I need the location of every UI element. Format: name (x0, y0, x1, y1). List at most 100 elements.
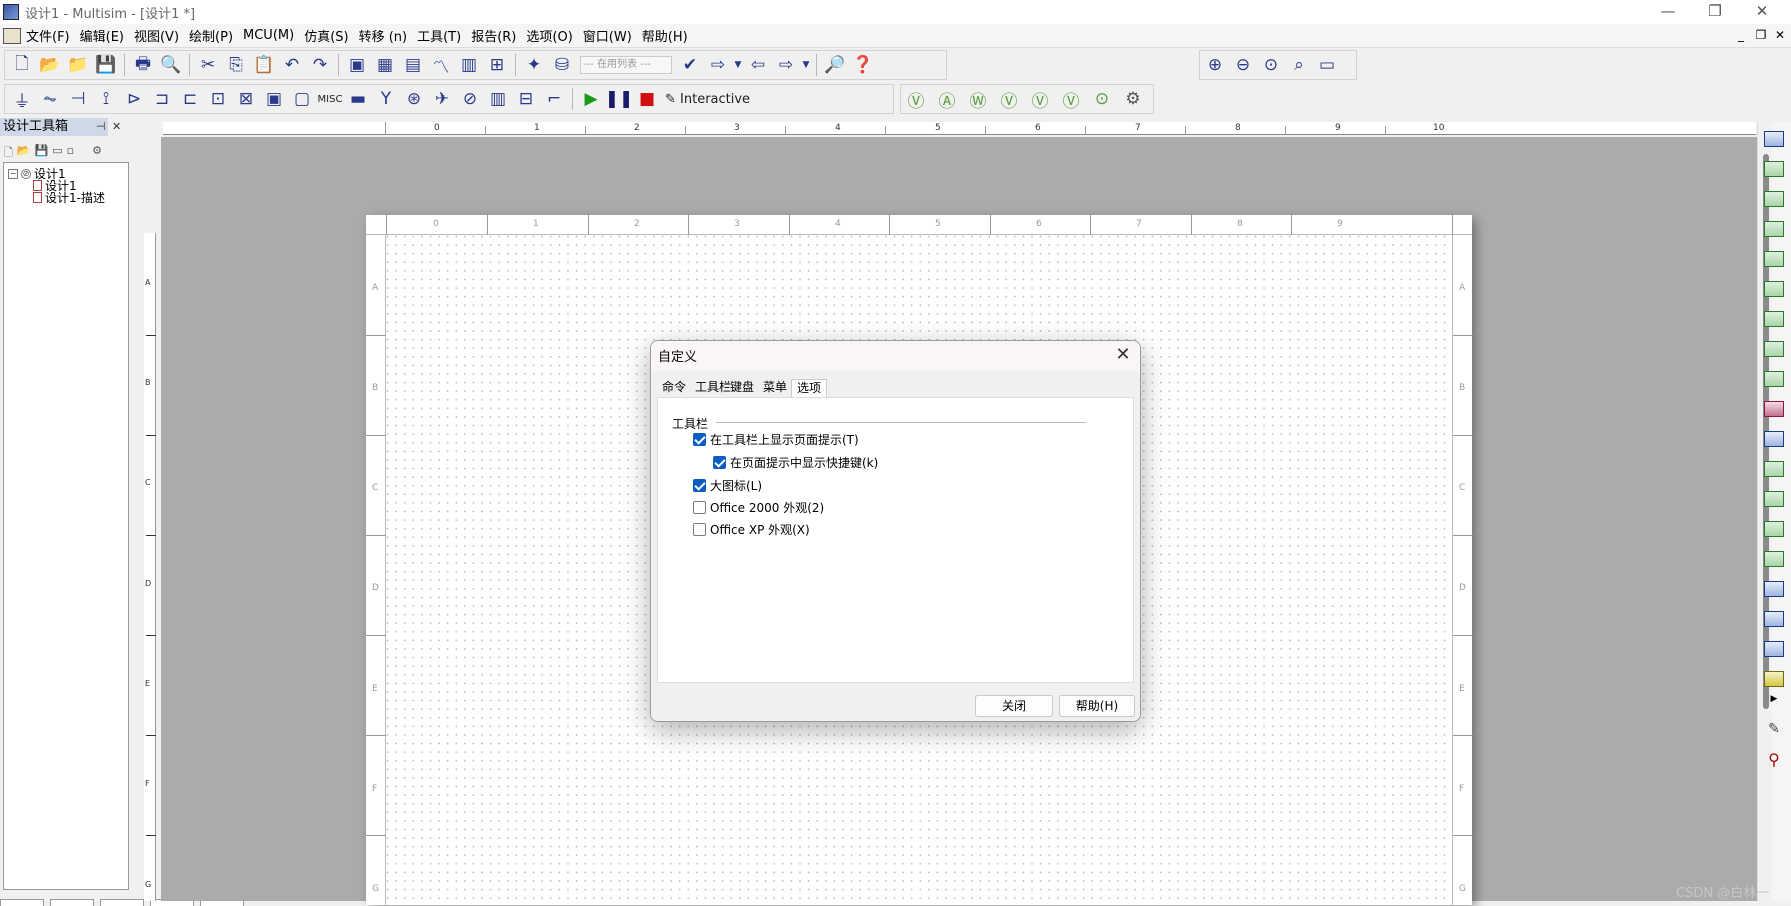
differential-probe-icon[interactable]: Ⓥ (995, 86, 1023, 112)
reference-probe-icon[interactable]: Ⓥ (1057, 86, 1085, 112)
multimeter-icon[interactable] (1762, 128, 1786, 150)
minimize-button[interactable]: — (1645, 0, 1691, 24)
bode-plotter-icon[interactable] (1762, 278, 1786, 300)
pin-icon[interactable]: ⊣ (96, 120, 106, 133)
tab-commands[interactable]: 命令 (657, 379, 691, 397)
toggle-fullscreen-icon[interactable]: ▣ (343, 52, 371, 78)
ni-component-icon[interactable]: ✈ (428, 86, 456, 112)
cut-icon[interactable]: ✂ (194, 52, 222, 78)
layer-settings-icon[interactable]: ⚙ (92, 144, 102, 158)
redo-icon[interactable]: ↷ (306, 52, 334, 78)
help-icon[interactable]: ❓ (849, 52, 877, 78)
menu-mcu[interactable]: MCU(M) (238, 28, 299, 43)
option-show-screentips[interactable]: 在工具栏上显示页面提示(T) (693, 431, 859, 448)
close-design-icon[interactable]: ▭ (52, 144, 62, 158)
option-office-xp-look[interactable]: Office XP 外观(X) (693, 521, 810, 538)
collapse-icon[interactable]: − (8, 168, 18, 179)
menu-edit[interactable]: 编辑(E) (75, 26, 129, 45)
checkbox-checked[interactable] (693, 479, 706, 492)
power-probe-icon[interactable]: Ⓦ (964, 86, 992, 112)
database-icon[interactable]: ⛁ (548, 52, 576, 78)
current-clamp-icon[interactable]: ⚲ (1762, 748, 1786, 770)
spectrum-analyzer-icon[interactable] (1762, 488, 1786, 510)
dialog-close-icon[interactable]: ✕ (1111, 344, 1135, 368)
bottom-tab[interactable] (0, 899, 44, 906)
rf-component-icon[interactable]: Y (372, 86, 400, 112)
electromechanical-icon[interactable]: ⊛ (400, 86, 428, 112)
erc-icon[interactable]: ✔ (676, 52, 704, 78)
print-preview-icon[interactable]: 🔍 (157, 52, 185, 78)
close-window-button[interactable]: ✕ (1739, 0, 1785, 24)
save-icon[interactable]: 💾 (92, 52, 120, 78)
stop-simulation-icon[interactable]: ■ (633, 86, 661, 112)
menu-tools[interactable]: 工具(T) (412, 26, 466, 45)
menu-simulate[interactable]: 仿真(S) (299, 26, 353, 45)
checkbox-unchecked[interactable] (693, 523, 706, 536)
open-folder-icon[interactable]: 📂 (36, 52, 64, 78)
component-wizard-icon[interactable]: ✦ (520, 52, 548, 78)
cmos-component-icon[interactable]: ⊏ (176, 86, 204, 112)
grid-icon[interactable]: ▦ (371, 52, 399, 78)
open-design-icon[interactable]: 📂 (17, 144, 31, 158)
restore-button[interactable]: ❐ (1692, 0, 1738, 24)
diode-component-icon[interactable]: ⊣ (64, 86, 92, 112)
network-analyzer-icon[interactable] (1762, 518, 1786, 540)
grapher-icon[interactable]: 〽 (427, 52, 455, 78)
bottom-tab[interactable] (50, 899, 94, 906)
close-icon[interactable]: ✕ (112, 120, 121, 133)
zoom-area-icon[interactable]: ⊙ (1257, 52, 1285, 78)
chevron-down-icon[interactable]: ▼ (732, 52, 744, 78)
menu-help[interactable]: 帮助(H) (637, 26, 693, 45)
transfer-to-ultiboard-icon[interactable]: ⇨ (704, 52, 732, 78)
word-generator-icon[interactable] (1762, 338, 1786, 360)
labview-instrument-icon[interactable] (1762, 668, 1786, 690)
tree-item-description[interactable]: 设计1-描述 (33, 189, 105, 206)
misc-component-icon[interactable]: MISC (316, 86, 344, 112)
voltage-current-probe-icon[interactable]: Ⓥ (1026, 86, 1054, 112)
in-use-list-combo[interactable]: --- 在用列表 --- (580, 56, 672, 74)
mdi-restore-button[interactable]: ❐ (1753, 28, 1769, 44)
checkbox-checked[interactable] (693, 433, 706, 446)
power-component-icon[interactable]: ▢ (288, 86, 316, 112)
new-file-icon[interactable]: 🗋 (8, 52, 36, 78)
full-screen-icon[interactable]: ▭ (1313, 52, 1341, 78)
option-show-shortcut-keys[interactable]: 在页面提示中显示快捷键(k) (713, 454, 878, 471)
oscilloscope-icon[interactable] (1762, 218, 1786, 240)
menu-options[interactable]: 选项(O) (521, 26, 577, 45)
four-channel-oscilloscope-icon[interactable] (1762, 248, 1786, 270)
logic-converter-icon[interactable] (1762, 368, 1786, 390)
menu-file[interactable]: 文件(F) (21, 26, 75, 45)
forward-annotate-icon[interactable]: ⇨ (772, 52, 800, 78)
document-icon[interactable] (3, 27, 21, 44)
hierarchy-icon[interactable]: ⊞ (483, 52, 511, 78)
zoom-out-icon[interactable]: ⊖ (1229, 52, 1257, 78)
source-component-icon[interactable]: ⏚ (8, 86, 36, 112)
backannotate-icon[interactable]: ⇦ (744, 52, 772, 78)
checkbox-unchecked[interactable] (693, 501, 706, 514)
digital-probe-icon[interactable]: ⊙ (1088, 86, 1116, 112)
menu-place[interactable]: 绘制(P) (184, 26, 238, 45)
frequency-counter-icon[interactable] (1762, 308, 1786, 330)
ttl-component-icon[interactable]: ⊐ (148, 86, 176, 112)
copy-icon[interactable]: ⎘ (222, 52, 250, 78)
option-office-2000-look[interactable]: Office 2000 外观(2) (693, 499, 824, 516)
undo-icon[interactable]: ↶ (278, 52, 306, 78)
print-icon[interactable]: 🖶 (129, 52, 157, 78)
menu-view[interactable]: 视图(V) (129, 26, 184, 45)
chevron-down-icon[interactable]: ▼ (800, 52, 812, 78)
indicator-component-icon[interactable]: ▣ (260, 86, 288, 112)
mdi-close-button[interactable]: ✕ (1772, 28, 1788, 44)
tab-options[interactable]: 选项 (791, 379, 828, 397)
wattmeter-icon[interactable] (1762, 188, 1786, 210)
database-manager-icon[interactable]: ▥ (455, 52, 483, 78)
agilent-oscilloscope-icon[interactable] (1762, 608, 1786, 630)
chevron-right-icon[interactable]: ▶ (1762, 688, 1786, 710)
function-generator-icon[interactable] (1762, 158, 1786, 180)
agilent-multimeter-icon[interactable] (1762, 578, 1786, 600)
save-design-icon[interactable]: 💾 (35, 144, 49, 158)
mixed-component-icon[interactable]: ⊠ (232, 86, 260, 112)
connector-icon[interactable]: ⊘ (456, 86, 484, 112)
menu-transfer[interactable]: 转移 (n) (354, 26, 413, 45)
analog-component-icon[interactable]: ⊳ (120, 86, 148, 112)
open-sample-icon[interactable]: 📁 (64, 52, 92, 78)
